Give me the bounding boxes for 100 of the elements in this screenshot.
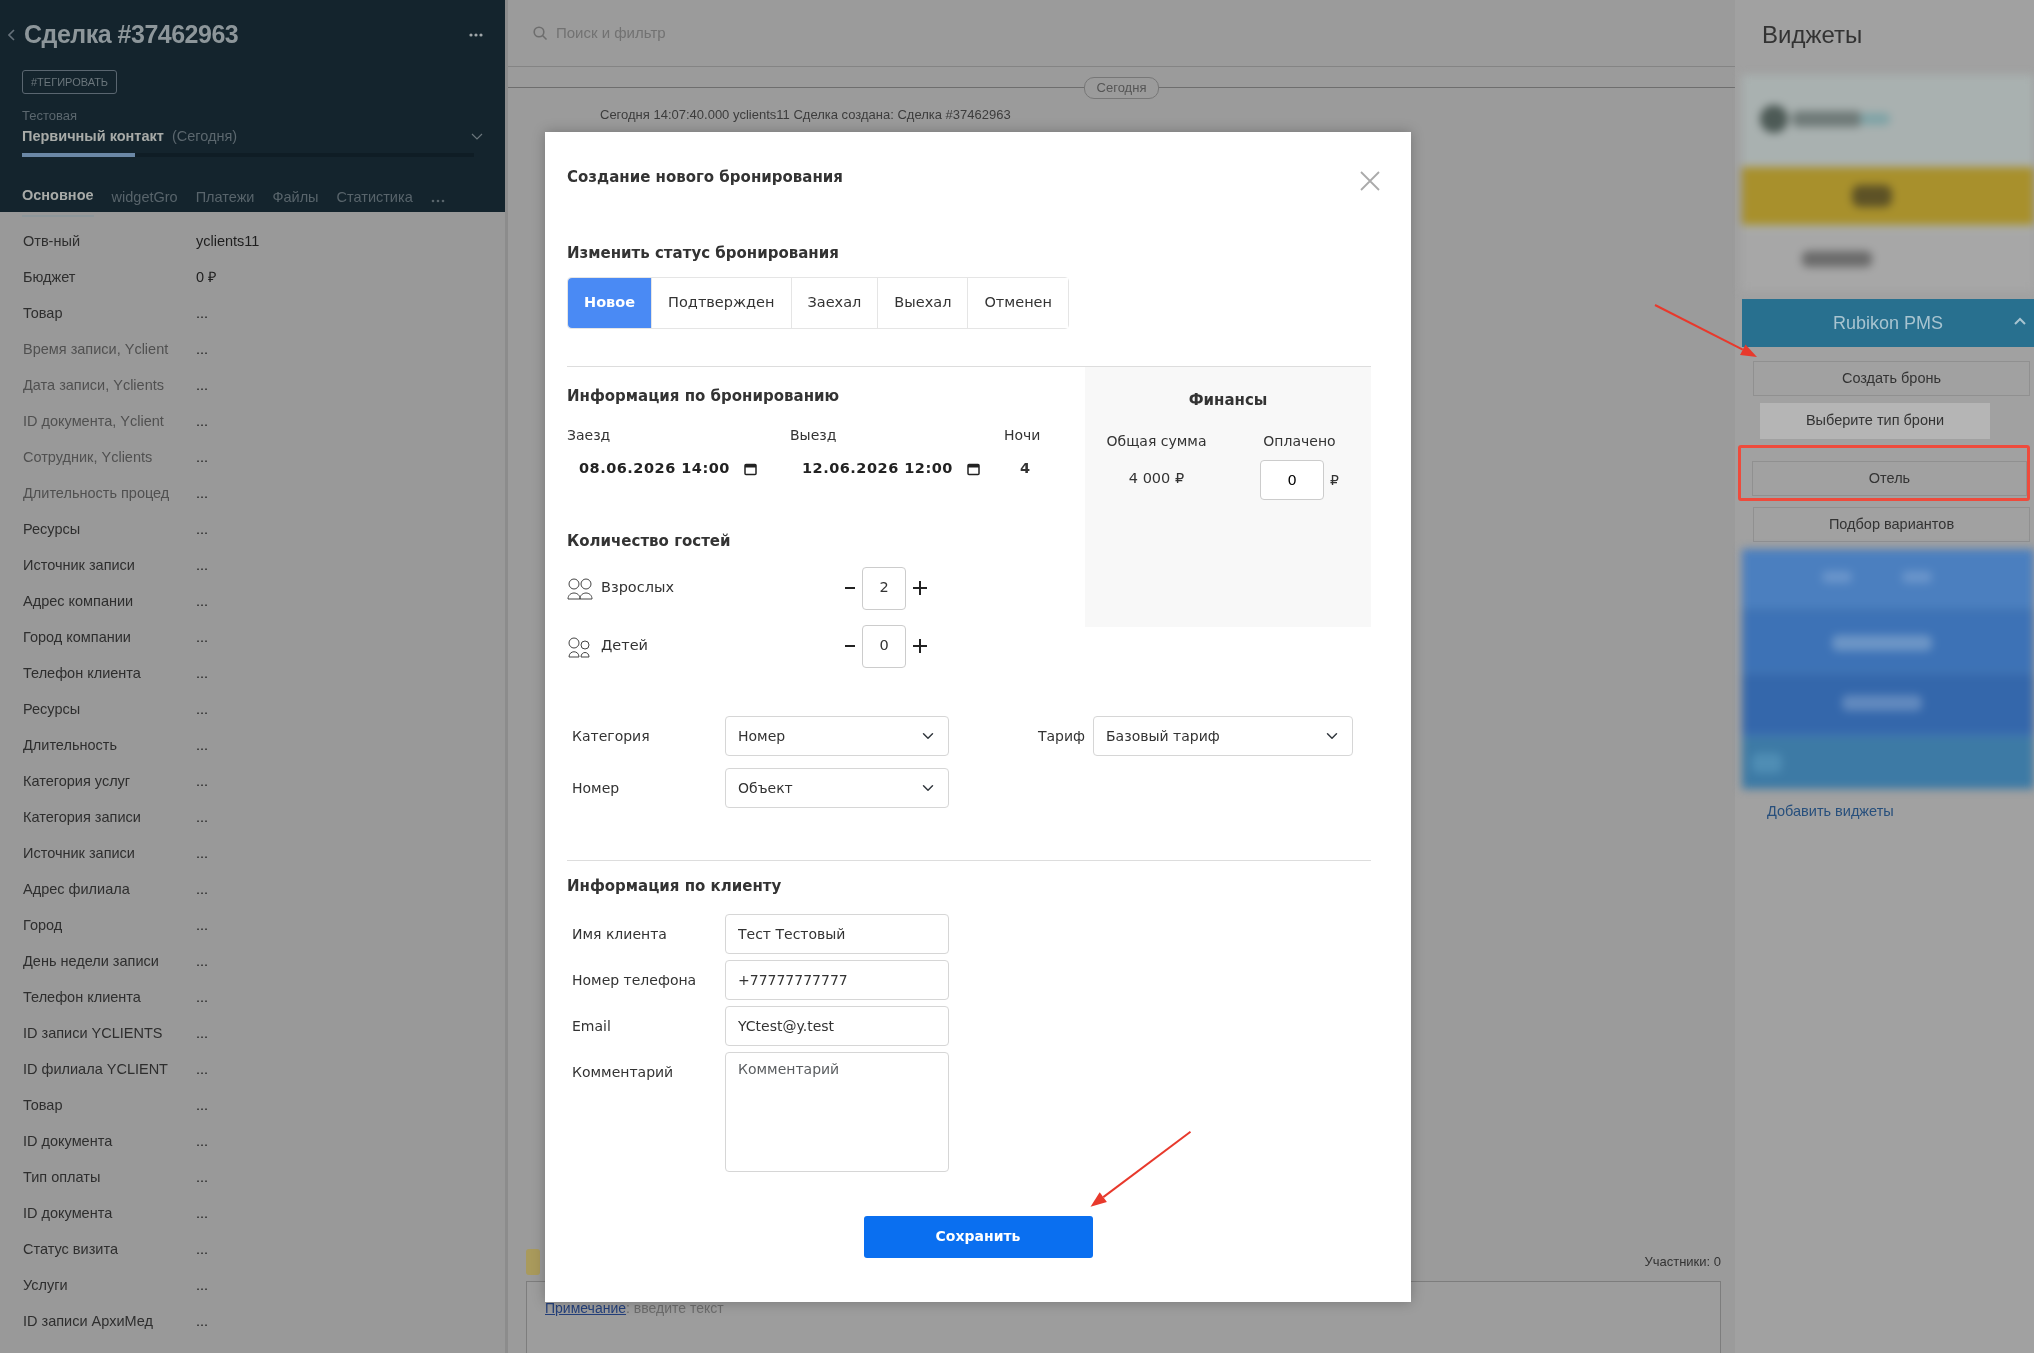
field-label: Услуги [23, 1276, 69, 1296]
comment-field[interactable]: Комментарий [725, 1051, 949, 1172]
feed-event: Сегодня 14:07:40.000 yclients11 Сделка создана: Сделка #37462963 [600, 105, 1012, 124]
field-value[interactable]: ... [196, 951, 209, 973]
date-field[interactable]: 12.06.2026 12:00 [790, 446, 1004, 480]
field-label: Имя клиента [571, 924, 668, 944]
field-label: Ресурсы [23, 520, 82, 540]
field-value[interactable]: ... [196, 303, 209, 325]
stage-date: (Сегодня) [171, 126, 238, 146]
field-value[interactable]: ... [196, 483, 209, 505]
field-label: Номер телефона [571, 970, 698, 990]
field-label: Номер [571, 778, 621, 798]
widget-button[interactable]: Отель [1752, 461, 2027, 496]
field-label: Сотрудник, Yclients [23, 448, 154, 468]
count-field[interactable]: 2 [862, 566, 906, 610]
search-icon [533, 25, 548, 41]
count-field[interactable]: 0 [862, 624, 906, 668]
field-label: Источник записи [23, 556, 136, 576]
stage-name[interactable]: Первичный контакт [22, 125, 164, 148]
chevron-down-icon[interactable] [471, 132, 483, 140]
field-label: Бюджет [23, 268, 77, 288]
select-field[interactable]: Базовый тариф [1093, 716, 1353, 757]
field-value[interactable]: ... [196, 1131, 209, 1153]
date-field[interactable]: 08.06.2026 14:00 [567, 446, 790, 480]
field-value[interactable]: ... [196, 375, 209, 397]
field-label: ID документа [23, 1204, 114, 1224]
back-icon[interactable] [8, 28, 16, 41]
field-value[interactable]: ... [196, 1275, 209, 1297]
field-value[interactable]: ... [196, 735, 209, 757]
field-value[interactable]: ... [196, 591, 209, 613]
children-icon [567, 634, 593, 658]
field-value[interactable]: ... [196, 519, 209, 541]
currency-sign: ₽ [1330, 470, 1339, 490]
field-label: Комментарий [571, 1062, 675, 1082]
field-value[interactable]: ... [196, 339, 209, 361]
field-label: Email [571, 1016, 612, 1036]
field-label: Время записи, Yclient [23, 340, 170, 360]
field-value[interactable]: ... [196, 663, 209, 685]
field-value[interactable]: ... [196, 1311, 209, 1333]
field-value[interactable]: ... [196, 879, 209, 901]
field-value[interactable]: ... [196, 1167, 209, 1189]
adults-icon [567, 576, 593, 600]
add-widgets-link[interactable]: Добавить виджеты [1742, 789, 1894, 823]
field-label: Категория [571, 726, 651, 746]
field-value[interactable]: ... [196, 411, 209, 433]
paid-label: Оплачено [1262, 432, 1337, 451]
field-label: Товар [23, 1096, 64, 1116]
widget-button[interactable]: Создать бронь [1753, 361, 2030, 396]
select-field[interactable]: Объект [725, 768, 949, 809]
input-field[interactable]: +77777777777 [725, 959, 949, 1000]
field-value[interactable]: ... [196, 1059, 209, 1081]
section-heading: Информация по клиенту [567, 876, 783, 898]
total-label: Общая сумма [1105, 432, 1208, 451]
total-amount: 4 000 ₽ [1127, 469, 1186, 488]
tag-button[interactable]: #ТЕГИРОВАТЬ [22, 69, 118, 94]
field-value[interactable]: ... [196, 915, 209, 937]
field-value[interactable]: ... [196, 987, 209, 1009]
field-value[interactable]: ... [196, 1023, 209, 1045]
pipeline-name: Тестовая [22, 107, 78, 125]
field-value[interactable]: yclients11 [196, 231, 260, 253]
deal-title: Сделка #37462963 [24, 19, 239, 50]
field-value[interactable]: ... [196, 699, 209, 721]
plus-icon[interactable] [912, 580, 928, 597]
field-value[interactable]: ... [196, 627, 209, 649]
status-tab[interactable]: Новое [568, 277, 653, 328]
save-button[interactable]: Сохранить [863, 1215, 1093, 1258]
field-label: ID документа [23, 1132, 114, 1152]
field-label: Дата записи, Yclients [23, 376, 165, 396]
select-field[interactable]: Номер [725, 716, 949, 757]
guest-label: Детей [601, 636, 650, 656]
field-value[interactable]: ... [196, 555, 209, 577]
field-label: Телефон клиента [23, 664, 142, 684]
field-label: Телефон клиента [23, 988, 142, 1008]
field-value[interactable]: ... [196, 807, 209, 829]
calendar-icon [966, 461, 980, 476]
section-heading: Количество гостей [567, 530, 732, 552]
widget-button[interactable]: Подбор вариантов [1753, 507, 2030, 542]
section-heading: Информация по бронированию [567, 385, 841, 407]
tab[interactable]: Основное [22, 185, 94, 217]
field-label: ID записи YCLIENTS [23, 1024, 164, 1044]
field-value[interactable]: ... [196, 1203, 209, 1225]
field-label: Город компании [23, 628, 132, 648]
input-field[interactable]: Тест Тестовый [725, 913, 949, 954]
field-value[interactable]: ... [196, 447, 209, 469]
field-value[interactable]: ... [196, 771, 209, 793]
field-value[interactable]: ... [196, 1239, 209, 1261]
input-field[interactable]: YCtest@y.test [725, 1005, 949, 1046]
widget-header[interactable]: Rubikon PMS [1742, 299, 2034, 347]
field-value[interactable]: ... [196, 843, 209, 865]
field-label: Источник записи [23, 844, 136, 864]
plus-icon[interactable] [912, 638, 928, 655]
calendar-icon [743, 461, 757, 476]
field-value[interactable]: 0 ₽ [196, 267, 217, 289]
more-icon[interactable] [469, 32, 483, 37]
field-label: Товар [23, 304, 64, 324]
field-label: Длительность [23, 736, 118, 756]
field-label: ID документа, Yclient [23, 412, 165, 432]
field-value[interactable]: ... [196, 1095, 209, 1117]
finance-title: Финансы [1187, 389, 1269, 411]
paid-input[interactable]: 0 [1260, 460, 1325, 500]
